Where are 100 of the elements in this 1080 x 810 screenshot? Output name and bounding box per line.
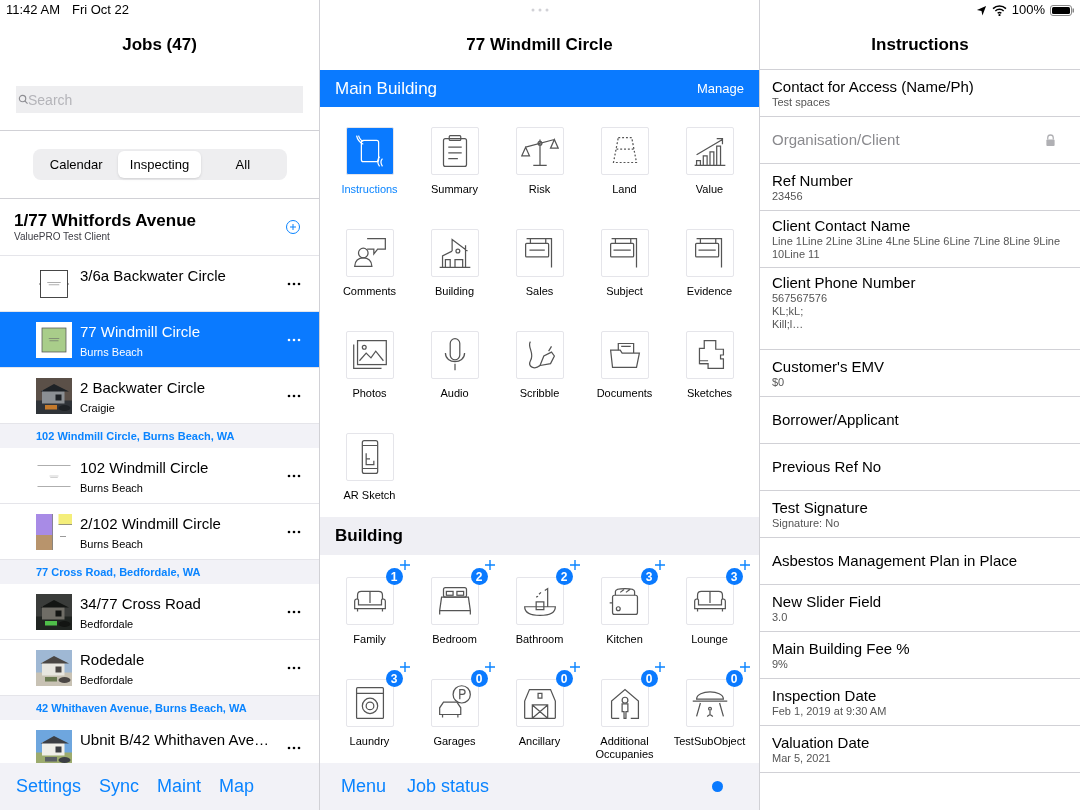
sign-icon [685,229,734,277]
search-field[interactable]: Search [16,86,303,113]
add-icon[interactable] [654,560,665,570]
tile-button[interactable]: Land [584,127,665,211]
count-badge: 2 [555,568,573,585]
add-icon[interactable] [569,560,580,570]
add-icon[interactable] [739,560,750,570]
field-label: Asbestos Management Plan in Place [772,552,1019,570]
group-subtitle: ValuePRO Test Client [14,231,111,243]
tile-button[interactable]: AR Sketch [329,433,410,517]
field-label: Organisation/Client [772,131,901,149]
folder-icon [600,331,649,379]
field-label: Contact for Access (Name/Ph) [772,77,975,96]
field-value: Test spaces [772,95,832,109]
add-icon[interactable] [484,560,495,570]
job-suburb: Bedfordale [80,673,135,688]
count-badge: 3 [725,568,743,585]
section-header: 42 Whithaven Avenue, Burns Beach, WA [36,700,247,716]
field-label: Valuation Date [772,733,871,752]
job-title: 34/77 Cross Road [80,594,202,614]
tile-button[interactable]: Audio [414,331,495,415]
tile-button[interactable]: Summary [414,127,495,211]
more-icon[interactable] [287,745,301,750]
field-value: Feb 1, 2019 at 9:30 AM [772,704,888,718]
date-text: Fri Oct 22 [71,1,130,20]
tile-button[interactable]: Evidence [669,229,750,313]
field-label: Main Building Fee % [772,639,911,658]
field-value: 3.0 [772,610,789,624]
person-speech-icon [345,229,394,277]
clipboard-icon [430,127,479,175]
more-icon[interactable] [287,529,301,534]
tile-button[interactable]: Value [669,127,750,211]
count-badge: 1 [385,568,403,585]
more-icon[interactable] [287,281,301,286]
more-icon[interactable] [287,609,301,614]
job-row[interactable]: 77 Windmill Circle Burns Beach [0,312,319,368]
screen-title: Jobs (47) [122,34,197,57]
add-icon[interactable] [285,219,301,235]
segment-tab[interactable]: Inspecting [117,151,202,178]
field-value: Signature: No [772,516,841,530]
add-icon[interactable] [399,662,410,672]
add-icon[interactable] [399,560,410,570]
tile-button[interactable]: Subject [584,229,665,313]
location-icon [975,4,987,16]
field-label: Client Phone Number [772,274,917,292]
more-icon[interactable] [287,473,301,478]
count-badge: 0 [640,670,658,687]
segment-tab[interactable]: Calendar [34,151,118,178]
microphone-icon [430,331,479,379]
field-label: Customer's EMV [772,357,886,376]
job-title: 102 Windmill Circle [80,458,210,478]
count-badge: 2 [470,568,488,585]
job-title: Ubnit B/42 Whithaven Ave… [80,730,270,750]
tile-button[interactable]: Photos [329,331,410,415]
tile-button[interactable]: Sales [499,229,580,313]
floor-plan-drawing [36,513,72,550]
add-icon[interactable] [569,662,580,672]
sign-icon [600,229,649,277]
field-label: Test Signature [772,498,869,517]
screen-title: Instructions [871,33,969,56]
phone-icon [345,433,394,481]
manage-button[interactable]: Manage [697,78,744,99]
tile-button[interactable]: Building [414,229,495,313]
count-badge: 3 [640,568,658,585]
field-label: Client Contact Name [772,217,912,235]
add-icon[interactable] [739,662,750,672]
field-value: 23456 [772,189,804,203]
count-badge: 0 [555,670,573,687]
tile-button[interactable]: Scribble [499,331,580,415]
tile-button[interactable]: Instructions [329,127,410,211]
section-title: Building [335,525,403,548]
bar-chart-icon [685,127,734,175]
screen-title: 77 Windmill Circle [466,34,613,57]
tile-button[interactable]: Comments [329,229,410,313]
photo-icon [345,331,394,379]
group-title: 1/77 Whitfords Avenue [14,211,197,231]
sign-icon [515,229,564,277]
tile-button[interactable]: Risk [499,127,580,211]
trapezoid-icon [600,127,649,175]
count-badge: 3 [385,670,403,687]
field-value: Line 1Line 2Line 3Line 4Lne 5Line 6Line 7Line 8Line 9Line 10Line 11 [772,235,1062,261]
add-icon[interactable] [654,662,665,672]
battery-icon [1050,4,1074,16]
pen-icon [515,331,564,379]
tile-button[interactable]: Documents [584,331,665,415]
scales-icon [515,127,564,175]
section-header: 102 Windmill Circle, Burns Beach, WA [36,428,235,444]
job-title: 2/102 Windmill Circle [80,514,222,534]
segment-tab[interactable]: All [201,151,285,178]
job-title: 2 Backwater Circle [80,378,207,398]
job-title: Rodedale [80,650,146,670]
more-icon[interactable] [287,393,301,398]
floor-plan-icon [685,331,734,379]
tile-button[interactable]: Sketches [669,331,750,415]
add-icon[interactable] [484,662,495,672]
field-label: Inspection Date [772,686,878,705]
job-suburb: Craigie [80,401,116,416]
field-label: New Slider Field [772,592,883,611]
section-header: 77 Cross Road, Bedfordale, WA [36,564,201,580]
more-icon[interactable] [287,665,301,670]
